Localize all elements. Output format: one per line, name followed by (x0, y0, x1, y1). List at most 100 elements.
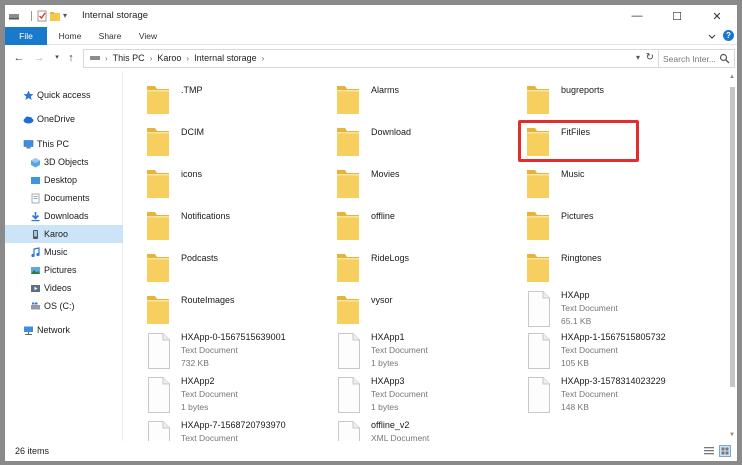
file-item-hxapp-3-1578314023229[interactable]: HXApp-3-1578314023229 Text Document 148 KB (526, 376, 706, 417)
sidebar-item-desktop[interactable]: Desktop (30, 171, 123, 189)
computer-icon (23, 139, 34, 148)
file-item-pictures[interactable]: Pictures (526, 207, 706, 247)
sidebar-item-quick-access[interactable]: Quick access (23, 86, 123, 104)
tab-home[interactable]: Home (53, 27, 87, 45)
file-name: Pictures (561, 211, 594, 221)
sidebar-item-label: Desktop (44, 175, 78, 185)
file-size: 105 KB (561, 358, 589, 368)
forward-button[interactable]: → (32, 51, 46, 65)
file-item-offline[interactable]: offline (336, 207, 516, 247)
new-folder-icon[interactable] (49, 10, 61, 22)
sidebar-item-network[interactable]: Network (23, 321, 123, 339)
folder-icon (146, 249, 170, 283)
file-item-dcim[interactable]: DCIM (146, 123, 326, 163)
drive-icon (90, 56, 100, 60)
file-size: 1 bytes (371, 402, 399, 412)
sidebar-item-music[interactable]: Music (30, 243, 123, 261)
up-button[interactable]: ↑ (64, 51, 78, 65)
help-icon[interactable]: ? (723, 30, 734, 41)
tab-share[interactable]: Share (93, 27, 127, 45)
refresh-icon[interactable]: ↻ (646, 52, 654, 63)
sidebar-item-label: Karoo (44, 229, 69, 239)
sidebar-item-pictures[interactable]: Pictures (30, 261, 123, 279)
search-icon (719, 53, 730, 64)
sidebar-item-documents[interactable]: Documents (30, 189, 123, 207)
file-item-ringtones[interactable]: Ringtones (526, 249, 706, 289)
file-item-bugreports[interactable]: bugreports (526, 81, 706, 121)
file-name: Notifications (181, 211, 231, 221)
file-item-hxapp2[interactable]: HXApp2 Text Document 1 bytes (146, 376, 326, 417)
tab-view[interactable]: View (131, 27, 165, 45)
scrollbar-thumb[interactable] (730, 87, 735, 387)
navigation-bar: ← → ▾ ↑ › This PC › Karoo › Internal sto… (5, 45, 737, 71)
sidebar-item-label: OS (C:) (44, 301, 75, 311)
folder-icon (526, 81, 550, 115)
text-document-icon (528, 377, 550, 413)
file-item-music[interactable]: Music (526, 165, 706, 205)
cloud-icon (23, 116, 34, 123)
file-item-ridelogs[interactable]: RideLogs (336, 249, 516, 289)
sidebar-item-os-c[interactable]: OS (C:) (30, 297, 123, 315)
downloads-icon (31, 211, 40, 221)
network-icon (24, 326, 33, 335)
close-button[interactable]: ✕ (697, 5, 737, 27)
breadcrumb-separator[interactable]: › (150, 54, 153, 63)
sidebar-item-karoo[interactable]: Karoo (5, 225, 123, 243)
expand-ribbon-icon[interactable] (707, 31, 717, 41)
file-item-vysor[interactable]: vysor (336, 291, 516, 331)
breadcrumb-separator[interactable]: › (186, 54, 189, 63)
file-item-routeimages[interactable]: RouteImages (146, 291, 326, 331)
file-item-alarms[interactable]: Alarms (336, 81, 516, 121)
scroll-down-icon[interactable]: ▼ (729, 432, 735, 438)
breadcrumb-separator[interactable]: › (262, 54, 265, 63)
sidebar-item-videos[interactable]: Videos (30, 279, 123, 297)
folder-icon (336, 291, 360, 325)
vertical-scrollbar[interactable]: ▲ ▼ (727, 71, 737, 441)
breadcrumb-internal-storage[interactable]: Internal storage (194, 53, 257, 63)
file-name: Movies (371, 169, 400, 179)
sidebar-item-this-pc[interactable]: This PC (23, 135, 123, 153)
recent-locations-icon[interactable]: ▾ (50, 51, 64, 65)
maximize-button[interactable]: ☐ (657, 5, 697, 27)
sidebar-item-3d-objects[interactable]: 3D Objects (30, 153, 123, 171)
file-item-notifications[interactable]: Notifications (146, 207, 326, 247)
sidebar-item-downloads[interactable]: Downloads (30, 207, 123, 225)
properties-icon[interactable] (36, 10, 48, 22)
minimize-button[interactable]: — (617, 5, 657, 27)
details-view-icon[interactable] (703, 445, 715, 457)
file-item-hxapp-1-1567515805732[interactable]: HXApp-1-1567515805732 Text Document 105 KB (526, 332, 706, 373)
file-item-icons[interactable]: icons (146, 165, 326, 205)
address-bar[interactable]: › This PC › Karoo › Internal storage › ▾… (83, 49, 659, 68)
breadcrumb-separator: › (105, 53, 108, 63)
file-item-hxapp1[interactable]: HXApp1 Text Document 1 bytes (336, 332, 516, 373)
file-item-hxapp3[interactable]: HXApp3 Text Document 1 bytes (336, 376, 516, 417)
text-document-icon (148, 333, 170, 369)
address-dropdown-icon[interactable]: ▾ (636, 53, 640, 62)
file-item-download[interactable]: Download (336, 123, 516, 163)
file-item-hxapp[interactable]: HXApp Text Document 65.1 KB (526, 290, 706, 331)
file-item-hxapp-0-1567515639001[interactable]: HXApp-0-1567515639001 Text Document 732 KB (146, 332, 326, 373)
large-icons-view-icon[interactable] (719, 445, 731, 457)
sidebar-item-onedrive[interactable]: OneDrive (23, 110, 123, 128)
file-name: icons (181, 169, 203, 179)
breadcrumb: › This PC › Karoo › Internal storage › (89, 53, 269, 63)
folder-icon (526, 207, 550, 241)
title-divider (31, 11, 32, 21)
scroll-up-icon[interactable]: ▲ (729, 74, 735, 80)
tab-file[interactable]: File (5, 27, 47, 45)
search-input[interactable]: Search Inter... (663, 54, 716, 64)
breadcrumb-this-pc[interactable]: This PC (113, 53, 145, 63)
file-item-movies[interactable]: Movies (336, 165, 516, 205)
customize-toolbar-icon[interactable]: ▾ (63, 10, 75, 22)
search-box[interactable]: Search Inter... (659, 49, 735, 68)
file-name: bugreports (561, 85, 605, 95)
file-item-podcasts[interactable]: Podcasts (146, 249, 326, 289)
file-item-tmp[interactable]: .TMP (146, 81, 326, 121)
back-button[interactable]: ← (12, 51, 26, 65)
text-document-icon (338, 377, 360, 413)
file-name: HXApp (561, 290, 590, 300)
3d-objects-icon (31, 157, 40, 167)
file-name: vysor (371, 295, 393, 305)
file-type: Text Document (371, 389, 428, 399)
breadcrumb-karoo[interactable]: Karoo (157, 53, 181, 63)
